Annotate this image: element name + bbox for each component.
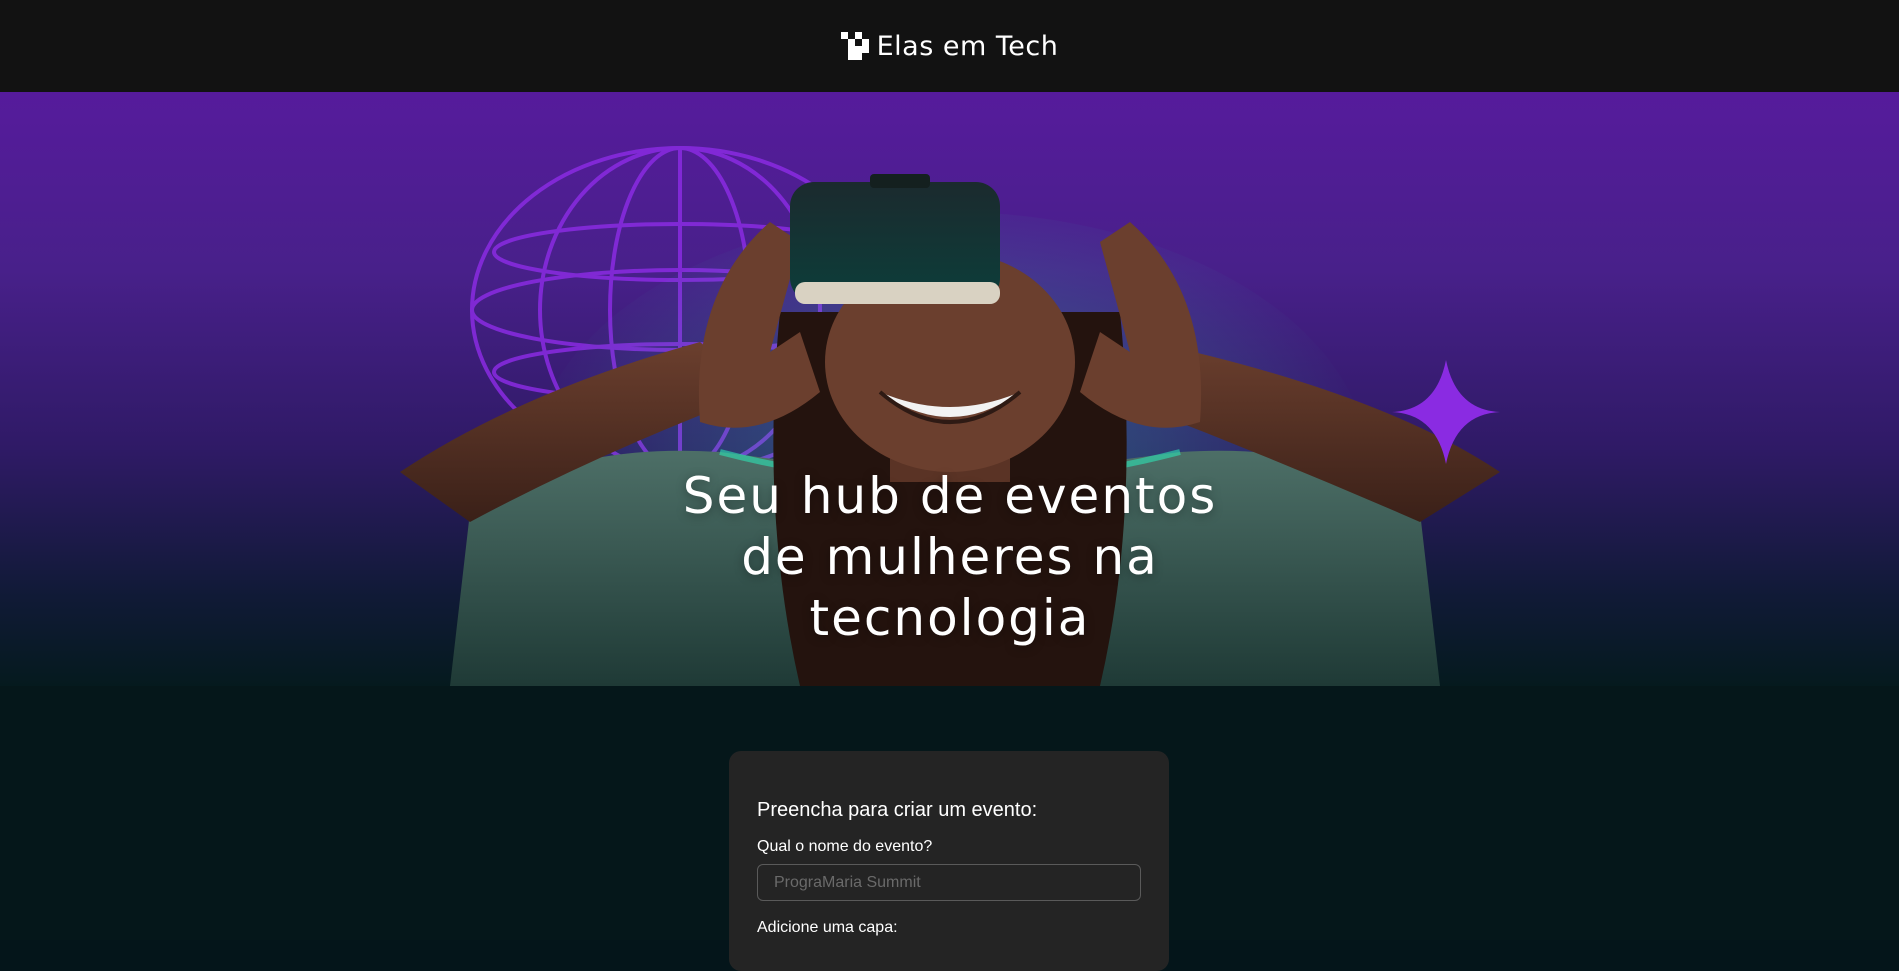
hero-title-line-2: de mulheres na — [741, 528, 1159, 586]
event-name-input[interactable] — [757, 864, 1141, 901]
cover-label: Adicione uma capa: — [757, 919, 898, 936]
hero-title: Seu hub de eventos de mulheres na tecnol… — [550, 466, 1350, 649]
form-heading: Preencha para criar um evento: — [757, 799, 1038, 821]
create-event-form: Preencha para criar um evento: Qual o no… — [729, 751, 1169, 971]
hero-banner: Seu hub de eventos de mulheres na tecnol… — [0, 92, 1899, 686]
top-header: Elas em Tech — [0, 0, 1899, 92]
hero-title-line-1: Seu hub de eventos — [682, 467, 1218, 525]
hero-title-line-3: tecnologia — [809, 589, 1091, 647]
brand-name: Elas em Tech — [876, 30, 1059, 62]
event-name-label: Qual o nome do evento? — [757, 838, 933, 855]
pixel-grid-logo-icon — [840, 32, 869, 60]
brand[interactable]: Elas em Tech — [840, 30, 1059, 62]
